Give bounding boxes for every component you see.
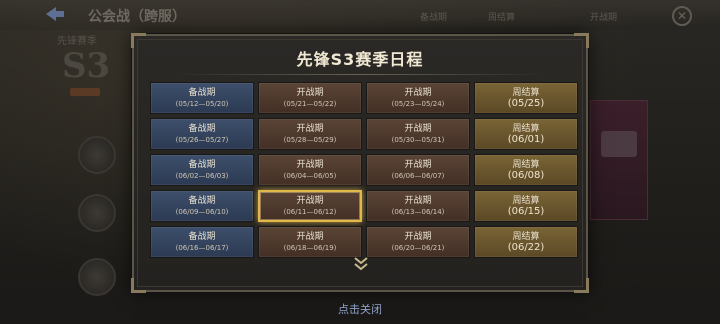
phase-name: 备战期 (188, 124, 216, 134)
double-chevron-down-icon[interactable] (353, 257, 369, 271)
phase-name: 开战期 (296, 124, 324, 134)
phase-date: (06/13—06/14) (391, 208, 445, 216)
phase-date: (06/20—06/21) (391, 244, 445, 252)
phase-date: (05/12—05/20) (175, 100, 229, 108)
schedule-cell-prep[interactable]: 备战期 (06/16—06/17) (150, 226, 254, 258)
phase-name: 开战期 (296, 160, 324, 170)
phase-name: 开战期 (296, 232, 324, 242)
phase-name: 开战期 (404, 232, 432, 242)
frame-corner (131, 278, 146, 293)
phase-name: 开战期 (404, 160, 432, 170)
schedule-cell-settle[interactable]: 周结算 (06/22) (474, 226, 578, 258)
phase-date: (05/30—05/31) (391, 136, 445, 144)
title-divider (174, 74, 546, 75)
schedule-cell-settle[interactable]: 周结算 (06/08) (474, 154, 578, 186)
phase-date: (06/11—06/12) (283, 208, 337, 216)
side-button-icon[interactable] (78, 258, 116, 296)
phase-date: (06/08) (507, 170, 545, 181)
schedule-cell-prep[interactable]: 备战期 (06/02—06/03) (150, 154, 254, 186)
phase-date: (05/23—05/24) (391, 100, 445, 108)
schedule-cell-battle[interactable]: 开战期 (05/21—05/22) (258, 82, 362, 114)
schedule-grid: 备战期 (05/12—05/20) 开战期 (05/21—05/22) 开战期 (05/2… (150, 82, 578, 258)
phase-name: 开战期 (296, 88, 324, 98)
schedule-cell-battle[interactable]: 开战期 (05/28—05/29) (258, 118, 362, 150)
phase-name: 备战期 (188, 88, 216, 98)
phase-date: (06/09—06/10) (175, 208, 229, 216)
schedule-cell-settle[interactable]: 周结算 (06/15) (474, 190, 578, 222)
season-code: S3 (62, 46, 111, 86)
schedule-cell-battle[interactable]: 开战期 (06/20—06/21) (366, 226, 470, 258)
phase-name: 开战期 (404, 88, 432, 98)
bg-tab-settle[interactable]: 周结算 (488, 10, 515, 24)
schedule-cell-settle[interactable]: 周结算 (05/25) (474, 82, 578, 114)
phase-date: (06/22) (507, 242, 545, 253)
modal-title: 先锋S3赛季日程 (296, 50, 424, 69)
schedule-cell-battle[interactable]: 开战期 (06/11—06/12) (258, 190, 362, 222)
bg-tab-prep[interactable]: 备战期 (420, 10, 447, 24)
frame-corner (574, 278, 589, 293)
schedule-cell-battle[interactable]: 开战期 (05/30—05/31) (366, 118, 470, 150)
season-label: 先锋赛季 (57, 36, 97, 47)
bg-tab-battle[interactable]: 开战期 (590, 10, 617, 24)
phase-date: (05/28—05/29) (283, 136, 337, 144)
phase-name: 备战期 (188, 160, 216, 170)
phase-date: (06/18—06/19) (283, 244, 337, 252)
schedule-cell-battle[interactable]: 开战期 (06/06—06/07) (366, 154, 470, 186)
phase-date: (06/15) (507, 206, 545, 217)
beast-emblem-icon (601, 131, 637, 157)
phase-date: (06/16—06/17) (175, 244, 229, 252)
phase-date: (06/02—06/03) (175, 172, 229, 180)
close-icon[interactable]: ✕ (672, 6, 692, 26)
schedule-cell-battle[interactable]: 开战期 (06/18—06/19) (258, 226, 362, 258)
phase-name: 备战期 (188, 196, 216, 206)
side-button-icon[interactable] (78, 136, 116, 174)
phase-name: 备战期 (188, 232, 216, 242)
schedule-cell-prep[interactable]: 备战期 (06/09—06/10) (150, 190, 254, 222)
back-arrow-icon[interactable] (42, 5, 66, 23)
phase-date: (05/26—05/27) (175, 136, 229, 144)
schedule-cell-prep[interactable]: 备战期 (05/26—05/27) (150, 118, 254, 150)
phase-date: (05/25) (507, 98, 545, 109)
schedule-cell-battle[interactable]: 开战期 (06/04—06/05) (258, 154, 362, 186)
phase-date: (06/04—06/05) (283, 172, 337, 180)
phase-date: (06/01) (507, 134, 545, 145)
schedule-cell-battle[interactable]: 开战期 (06/13—06/14) (366, 190, 470, 222)
schedule-cell-prep[interactable]: 备战期 (05/12—05/20) (150, 82, 254, 114)
schedule-cell-battle[interactable]: 开战期 (05/23—05/24) (366, 82, 470, 114)
side-button-icon[interactable] (78, 194, 116, 232)
page-title: 公会战（跨服） (88, 9, 186, 25)
phase-name: 开战期 (404, 124, 432, 134)
phase-name: 开战期 (404, 196, 432, 206)
reward-card[interactable] (590, 100, 648, 220)
tap-to-close-hint[interactable]: 点击关闭 (0, 301, 720, 317)
phase-name: 开战期 (296, 196, 324, 206)
season-badge (70, 88, 100, 96)
season-schedule-modal: 先锋S3赛季日程 备战期 (05/12—05/20) 开战期 (05/21—05/22… (131, 33, 589, 293)
schedule-cell-settle[interactable]: 周结算 (06/01) (474, 118, 578, 150)
phase-date: (05/21—05/22) (283, 100, 337, 108)
phase-date: (06/06—06/07) (391, 172, 445, 180)
